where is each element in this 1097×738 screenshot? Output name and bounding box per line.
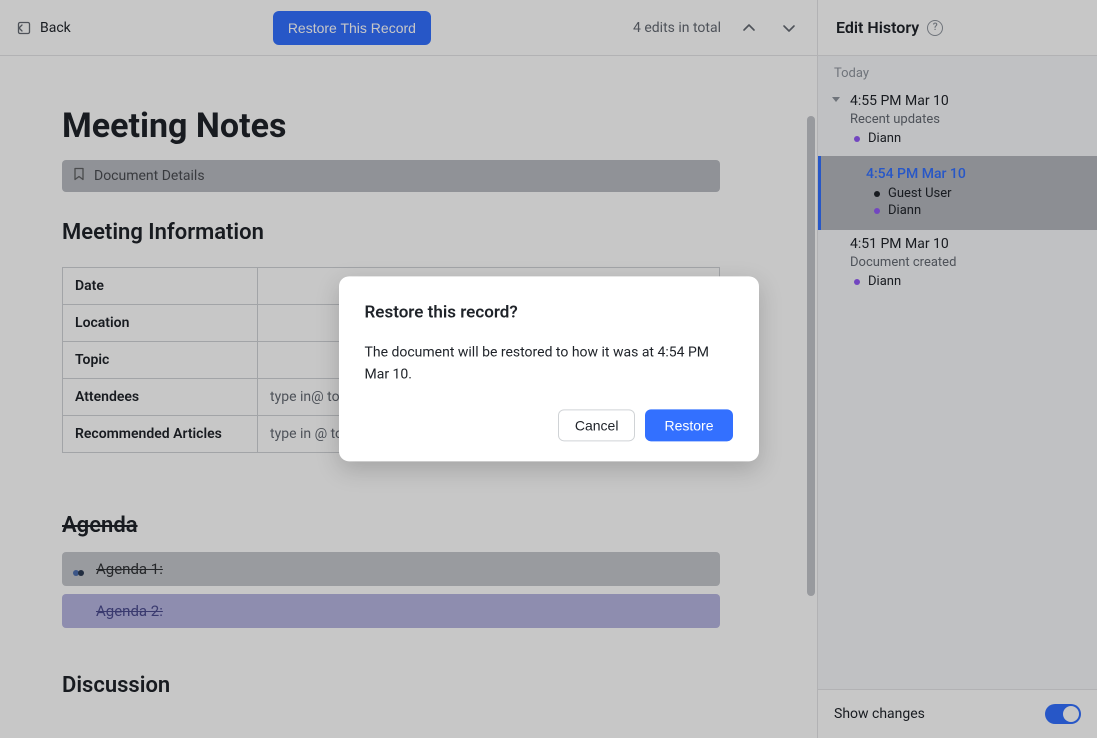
modal-title: Restore this record? (365, 302, 733, 322)
cancel-button[interactable]: Cancel (558, 410, 636, 442)
modal-actions: Cancel Restore (365, 410, 733, 442)
restore-modal: Restore this record? The document will b… (339, 276, 759, 461)
modal-body: The document will be restored to how it … (365, 342, 733, 385)
restore-button[interactable]: Restore (645, 410, 732, 442)
